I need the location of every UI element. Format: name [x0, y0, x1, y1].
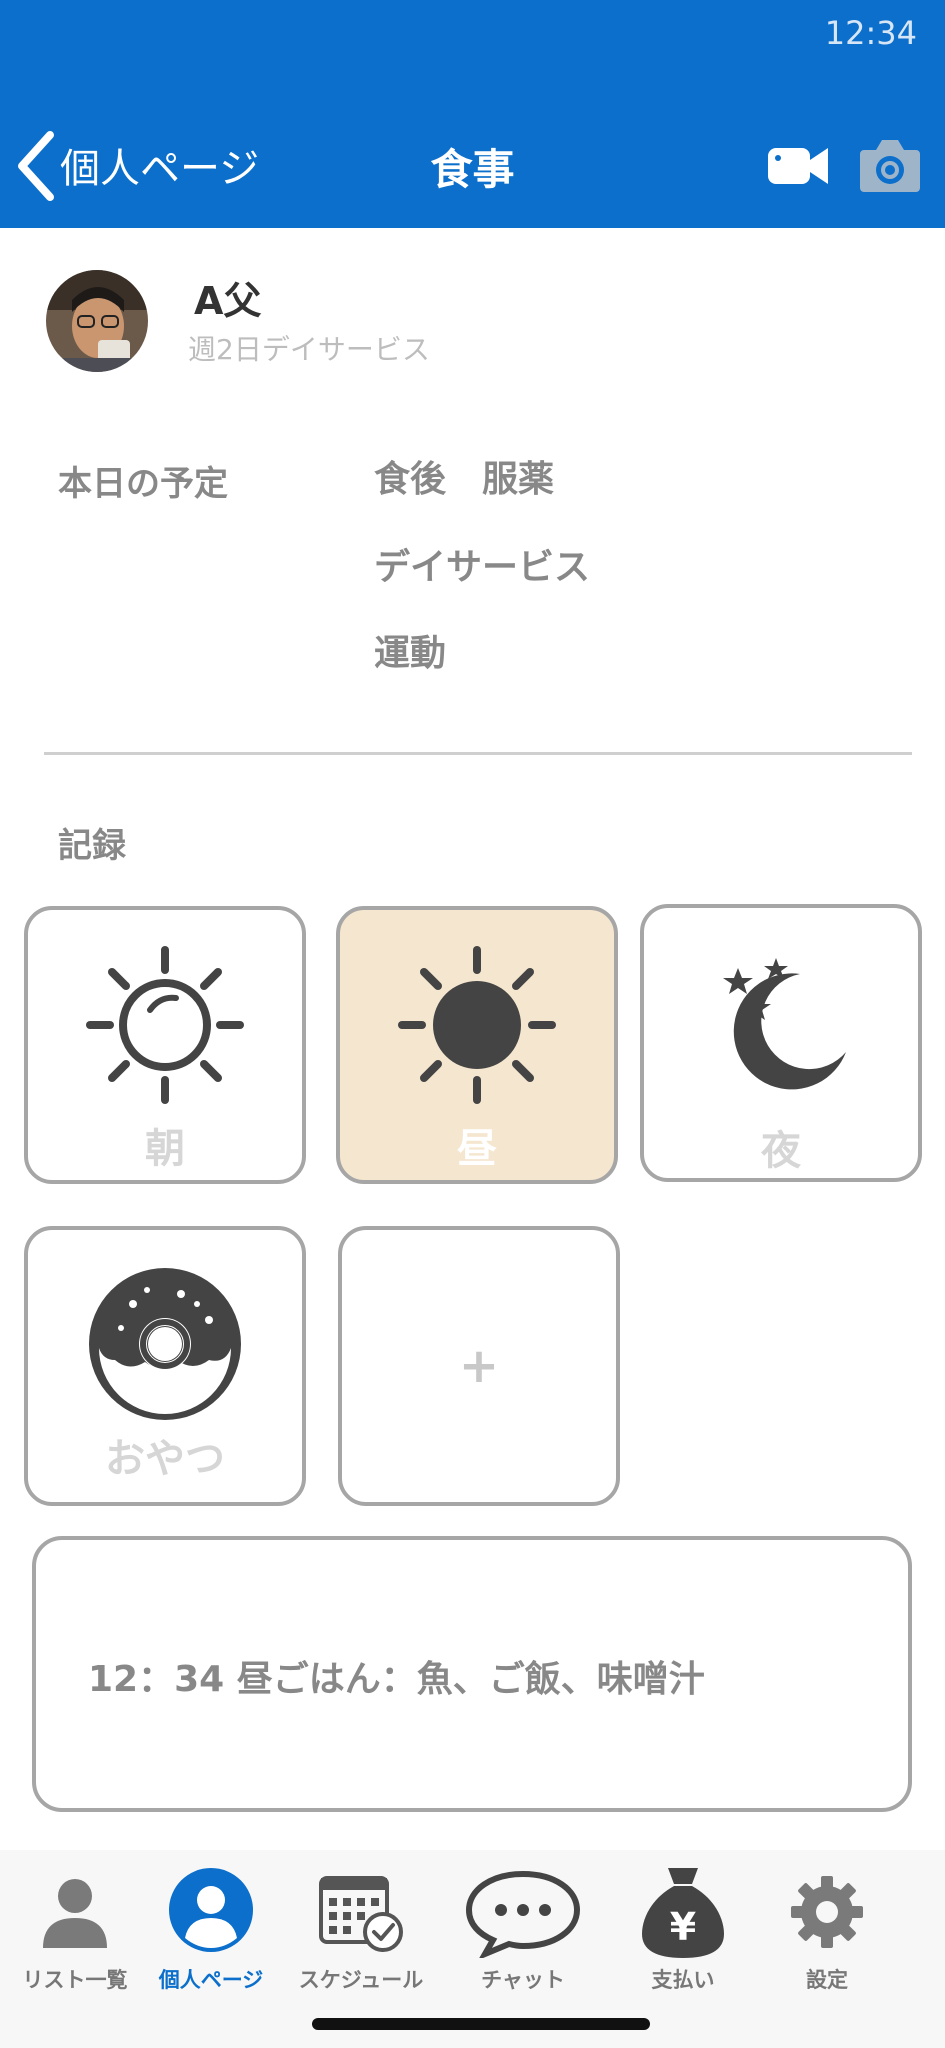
- person-circle-icon: [136, 1866, 286, 1954]
- schedule-item: デイサービス: [374, 547, 591, 588]
- meal-tile-label: 朝: [145, 1126, 185, 1172]
- camera-icon: [860, 140, 920, 192]
- person-icon: [0, 1872, 150, 1952]
- add-meal-button[interactable]: +: [338, 1226, 620, 1506]
- status-bar-time: 12:34: [824, 14, 917, 52]
- sun-outline-icon: [28, 940, 302, 1110]
- tab-label: チャット: [481, 1968, 565, 1992]
- meal-tile-label: 昼: [457, 1126, 497, 1172]
- tab-payment[interactable]: ¥ 支払い: [608, 1850, 758, 2020]
- schedule-item: 運動: [374, 633, 447, 674]
- meal-note-text: 12：34 昼ごはん：魚、ご飯、味噌汁: [88, 1659, 705, 1700]
- video-button[interactable]: [766, 140, 832, 192]
- divider: [44, 752, 912, 755]
- tab-chat[interactable]: チャット: [448, 1850, 598, 2020]
- tab-label: 個人ページ: [158, 1968, 264, 1992]
- meal-tile-lunch[interactable]: 昼: [336, 906, 618, 1184]
- profile-name: A父: [194, 279, 262, 323]
- tab-label: 支払い: [651, 1968, 715, 1992]
- meal-tile-snack[interactable]: おやつ: [24, 1226, 306, 1506]
- tab-label: リスト一覧: [22, 1968, 128, 1992]
- avatar: [46, 270, 148, 372]
- donut-icon: [28, 1264, 302, 1424]
- tab-label: スケジュール: [298, 1968, 424, 1992]
- moon-stars-icon: [644, 944, 918, 1104]
- tab-settings[interactable]: 設定: [752, 1850, 902, 2020]
- schedule-item: 食後 服薬: [374, 459, 555, 500]
- profile-subtitle: 週2日デイサービス: [188, 333, 430, 366]
- video-camera-icon: [768, 148, 828, 184]
- tab-personal-page[interactable]: 個人ページ: [136, 1850, 286, 2020]
- tab-list[interactable]: リスト一覧: [0, 1850, 150, 2020]
- meal-tile-label: おやつ: [105, 1436, 225, 1482]
- sun-filled-icon: [340, 940, 614, 1110]
- svg-text:¥: ¥: [670, 1905, 696, 1949]
- meal-tile-breakfast[interactable]: 朝: [24, 906, 306, 1184]
- money-bag-yen-icon: ¥: [608, 1862, 758, 1962]
- tab-schedule[interactable]: スケジュール: [286, 1850, 436, 2020]
- calendar-check-icon: [286, 1870, 436, 1954]
- home-indicator: [312, 2018, 650, 2030]
- camera-button[interactable]: [858, 136, 922, 194]
- chat-bubble-icon: [448, 1868, 598, 1958]
- tab-label: 設定: [806, 1968, 848, 1992]
- meal-tile-dinner[interactable]: 夜: [640, 904, 922, 1182]
- meal-tile-label: 夜: [761, 1128, 801, 1174]
- schedule-label: 本日の予定: [58, 464, 228, 504]
- plus-icon: +: [458, 1338, 500, 1394]
- record-label: 記録: [58, 826, 126, 866]
- gear-icon: [752, 1872, 902, 1952]
